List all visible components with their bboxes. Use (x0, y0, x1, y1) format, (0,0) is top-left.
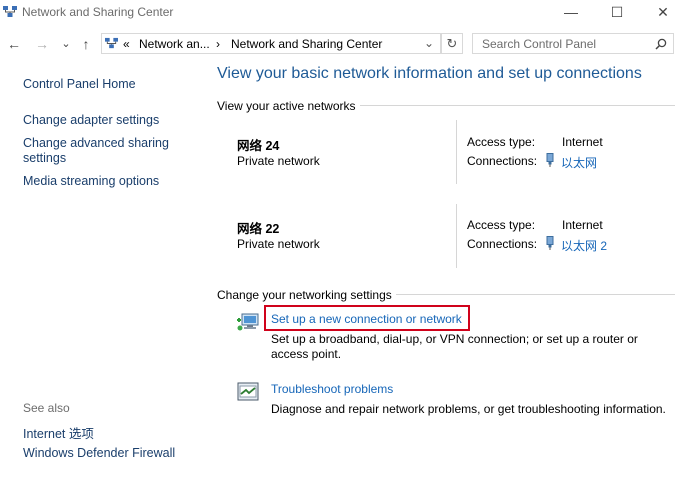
maximize-button[interactable]: ☐ (594, 0, 640, 26)
set-up-new-connection-link[interactable]: Set up a new connection or network (271, 312, 462, 326)
access-type-value: Internet (562, 218, 603, 232)
troubleshoot-problems-link[interactable]: Troubleshoot problems (271, 382, 393, 396)
window-title: Network and Sharing Center (22, 5, 174, 19)
ethernet-connection-link[interactable]: 以太网 (561, 154, 597, 171)
network-name: 网络 22 (237, 222, 280, 236)
refresh-button[interactable]: ↻ (441, 33, 463, 54)
address-prefix[interactable]: « (123, 37, 130, 51)
active-networks-label: View your active networks (217, 99, 360, 113)
page-title: View your basic network information and … (217, 65, 642, 82)
access-type-label: Access type: (467, 218, 536, 232)
task-description: Diagnose and repair network problems, or… (271, 402, 666, 416)
recent-locations-button[interactable]: ⌄ (56, 34, 76, 54)
control-panel-home-link[interactable]: Control Panel Home (23, 77, 136, 91)
connections-label: Connections: (467, 237, 538, 251)
task-description: Set up a broadband, dial-up, or VPN conn… (271, 332, 638, 361)
forward-button[interactable]: → (32, 34, 52, 54)
troubleshoot-icon (237, 382, 259, 401)
search-input[interactable]: Search Control Panel (482, 37, 596, 51)
network-center-icon (3, 6, 17, 17)
network-category-link: Private network (237, 154, 320, 168)
search-box[interactable]: Search Control Panel (472, 33, 674, 54)
ethernet-2-connection-link[interactable]: 以太网 2 (561, 237, 607, 254)
minimize-button[interactable]: — (548, 0, 594, 26)
ethernet-icon (546, 153, 554, 167)
change-advanced-sharing-settings-link[interactable]: Change advanced sharing settings (23, 136, 183, 166)
access-type-label: Access type: (467, 135, 536, 149)
media-streaming-options-link[interactable]: Media streaming options (23, 174, 159, 188)
breadcrumb-separator[interactable]: › (216, 37, 220, 51)
close-button[interactable]: ✕ (640, 0, 684, 26)
breadcrumb-network[interactable]: Network an... (139, 37, 210, 51)
address-dropdown-icon[interactable]: ⌄ (424, 36, 434, 50)
network-center-icon (105, 37, 118, 49)
internet-options-link[interactable]: Internet 选项 (23, 423, 94, 442)
networking-settings-label: Change your networking settings (217, 288, 396, 302)
connections-label: Connections: (467, 154, 538, 168)
see-also-label: See also (23, 401, 70, 415)
back-button[interactable]: ← (4, 34, 24, 54)
address-bar[interactable]: « Network an... › Network and Sharing Ce… (101, 33, 441, 54)
windows-defender-firewall-link[interactable]: Windows Defender Firewall (23, 446, 175, 460)
new-connection-icon (237, 313, 259, 331)
change-adapter-settings-link[interactable]: Change adapter settings (23, 113, 159, 127)
network-category-link: Private network (237, 237, 320, 251)
up-button[interactable]: ↑ (76, 34, 96, 54)
title-bar: Network and Sharing Center — ☐ ✕ (0, 0, 684, 26)
breadcrumb-network-sharing-center[interactable]: Network and Sharing Center (231, 37, 382, 51)
search-icon[interactable] (655, 38, 667, 50)
access-type-value: Internet (562, 135, 603, 149)
divider (456, 204, 457, 268)
network-name: 网络 24 (237, 139, 280, 153)
divider (456, 120, 457, 184)
ethernet-icon (546, 236, 554, 250)
